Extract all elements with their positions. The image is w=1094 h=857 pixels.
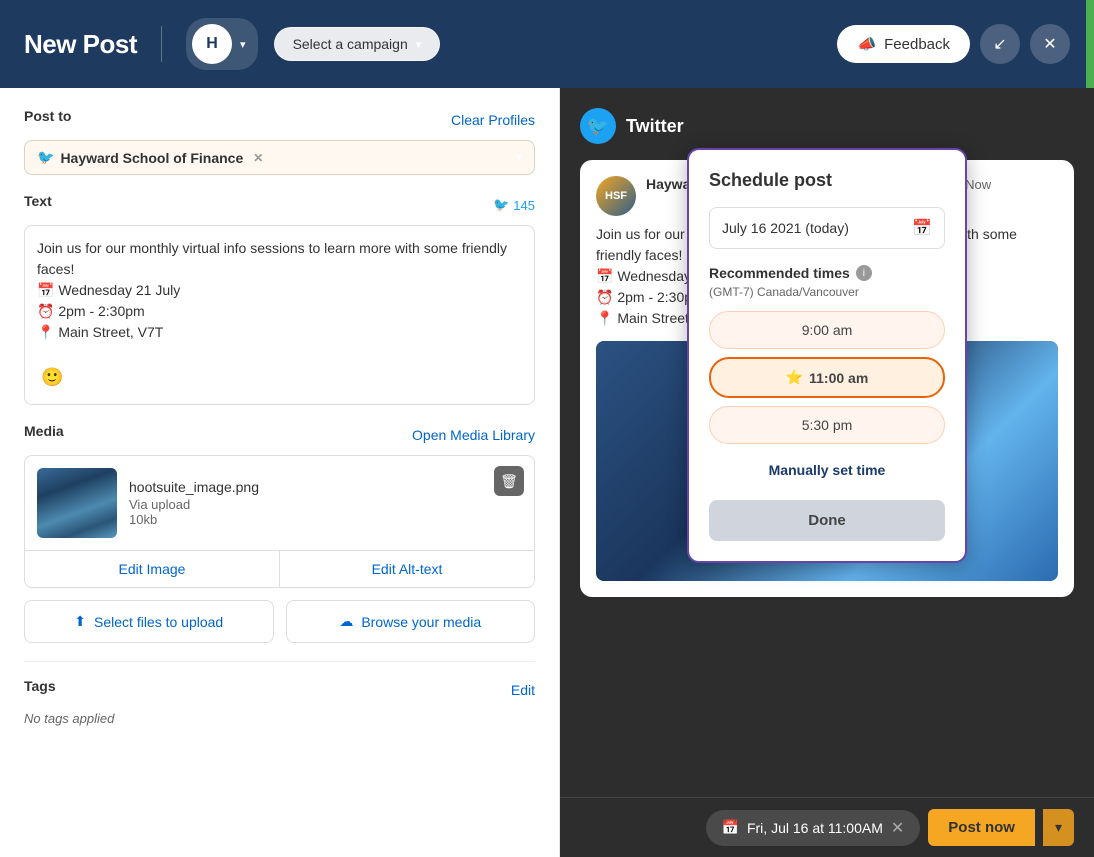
- media-filename: hootsuite_image.png: [129, 479, 522, 495]
- text-section-header: Text 🐦 145: [24, 193, 535, 217]
- time-option-9am[interactable]: 9:00 am: [709, 311, 945, 349]
- bottom-bar: 📅 Fri, Jul 16 at 11:00AM ✕ Post now ▾: [560, 797, 1094, 857]
- browse-media-label: Browse your media: [361, 614, 481, 630]
- tags-section-header: Tags Edit: [24, 678, 535, 702]
- twitter-icon-count: 🐦: [493, 197, 509, 213]
- chevron-down-icon: ▾: [416, 38, 422, 51]
- browse-media-button[interactable]: ☁ Browse your media: [286, 600, 536, 643]
- post-to-selector[interactable]: 🐦 Hayward School of Finance ✕ ▾: [24, 140, 535, 175]
- media-item: hootsuite_image.png Via upload 10kb 🗑: [25, 456, 534, 550]
- upload-icon: ⬆: [74, 613, 86, 630]
- time-option-11am[interactable]: ⭐ 11:00 am: [709, 357, 945, 398]
- green-accent-stripe: [1086, 0, 1094, 88]
- time-label-11am: 11:00 am: [809, 370, 868, 386]
- star-icon: ⭐: [786, 369, 803, 386]
- tags-label: Tags: [24, 678, 56, 694]
- chevron-down-icon: ▾: [1055, 819, 1062, 835]
- minimize-icon: ↙: [993, 34, 1006, 54]
- post-now-button[interactable]: Post now: [928, 809, 1035, 846]
- schedule-post-title: Schedule post: [709, 170, 945, 191]
- text-area-wrapper: Join us for our monthly virtual info ses…: [24, 225, 535, 405]
- chip-remove-icon[interactable]: ✕: [253, 151, 263, 165]
- campaign-label: Select a campaign: [293, 36, 408, 52]
- timezone-label: (GMT-7) Canada/Vancouver: [709, 285, 945, 299]
- feedback-button[interactable]: 📣 Feedback: [837, 25, 970, 63]
- edit-alt-text-button[interactable]: Edit Alt-text: [280, 551, 534, 587]
- feedback-icon: 📣: [857, 35, 876, 53]
- recommended-times-header: Recommended times i: [709, 265, 945, 281]
- schedule-pill: 📅 Fri, Jul 16 at 11:00AM ✕: [706, 810, 921, 846]
- header: New Post H ▾ Select a campaign ▾ 📣 Feedb…: [0, 0, 1094, 88]
- time-label-530pm: 5:30 pm: [802, 417, 853, 433]
- media-item-wrapper: hootsuite_image.png Via upload 10kb 🗑 Ed…: [24, 455, 535, 588]
- recommended-times-label: Recommended times: [709, 265, 850, 281]
- time-option-530pm[interactable]: 5:30 pm: [709, 406, 945, 444]
- post-to-label: Post to: [24, 108, 71, 124]
- post-text-input[interactable]: Join us for our monthly virtual info ses…: [37, 238, 522, 358]
- char-count: 🐦 145: [493, 197, 535, 213]
- page-title: New Post: [24, 29, 137, 60]
- calendar-icon: 📅: [912, 218, 932, 238]
- tags-section: Tags Edit No tags applied: [24, 661, 535, 728]
- post-now-chevron-button[interactable]: ▾: [1043, 809, 1074, 846]
- twitter-title: Twitter: [626, 116, 684, 137]
- campaign-select-button[interactable]: Select a campaign ▾: [274, 27, 441, 61]
- media-size: 10kb: [129, 512, 522, 527]
- text-label: Text: [24, 193, 52, 209]
- post-to-section-header: Post to Clear Profiles: [24, 108, 535, 132]
- media-label: Media: [24, 423, 64, 439]
- close-button[interactable]: ✕: [1030, 24, 1070, 64]
- account-switcher-button[interactable]: H ▾: [186, 18, 258, 70]
- twitter-icon: 🐦: [37, 149, 54, 166]
- select-files-button[interactable]: ⬆ Select files to upload: [24, 600, 274, 643]
- profile-chip: 🐦 Hayward School of Finance ✕: [37, 149, 263, 166]
- no-tags-text: No tags applied: [24, 711, 114, 726]
- done-button[interactable]: Done: [709, 500, 945, 541]
- profile-name: Hayward School of Finance: [60, 150, 243, 166]
- avatar: HSF: [596, 176, 636, 216]
- open-media-library-link[interactable]: Open Media Library: [412, 427, 535, 443]
- chevron-down-icon: ▾: [240, 38, 246, 51]
- chevron-down-icon: ▾: [516, 151, 522, 164]
- right-panel: 🐦 Twitter HSF Hayward School of Fina... …: [560, 88, 1094, 857]
- select-files-label: Select files to upload: [94, 614, 223, 630]
- twitter-logo-icon: 🐦: [580, 108, 616, 144]
- minimize-button[interactable]: ↙: [980, 24, 1020, 64]
- main-content: Post to Clear Profiles 🐦 Hayward School …: [0, 88, 1094, 857]
- close-icon: ✕: [1043, 34, 1056, 54]
- tags-edit-link[interactable]: Edit: [511, 682, 535, 698]
- clear-profiles-link[interactable]: Clear Profiles: [451, 112, 535, 128]
- media-delete-button[interactable]: 🗑: [494, 466, 524, 496]
- media-section: Media Open Media Library hootsuite_image…: [24, 423, 535, 643]
- date-value: July 16 2021 (today): [722, 220, 849, 236]
- date-input[interactable]: July 16 2021 (today) 📅: [709, 207, 945, 249]
- emoji-button[interactable]: 🙂: [37, 363, 67, 392]
- trash-icon: 🗑: [500, 473, 518, 490]
- text-section: Text 🐦 145 Join us for our monthly virtu…: [24, 193, 535, 405]
- left-panel: Post to Clear Profiles 🐦 Hayward School …: [0, 88, 560, 857]
- upload-section: ⬆ Select files to upload ☁ Browse your m…: [24, 600, 535, 643]
- time-label-9am: 9:00 am: [802, 322, 853, 338]
- media-section-header: Media Open Media Library: [24, 423, 535, 447]
- info-icon[interactable]: i: [856, 265, 872, 281]
- media-source: Via upload: [129, 497, 522, 512]
- feedback-label: Feedback: [884, 36, 950, 53]
- twitter-header: 🐦 Twitter: [580, 108, 1074, 144]
- header-actions: 📣 Feedback ↙ ✕: [837, 24, 1070, 64]
- media-thumbnail: [37, 468, 117, 538]
- schedule-pill-close-icon[interactable]: ✕: [891, 818, 904, 838]
- scheduled-time-label: Fri, Jul 16 at 11:00AM: [747, 820, 883, 836]
- char-count-value: 145: [513, 198, 535, 213]
- cloud-icon: ☁: [339, 613, 353, 630]
- manually-set-time-button[interactable]: Manually set time: [709, 452, 945, 488]
- hootsuite-badge: H: [192, 24, 232, 64]
- calendar-pill-icon: 📅: [722, 819, 739, 836]
- media-item-actions: Edit Image Edit Alt-text: [25, 550, 534, 587]
- header-divider: [161, 26, 162, 62]
- media-info: hootsuite_image.png Via upload 10kb: [129, 479, 522, 527]
- edit-image-button[interactable]: Edit Image: [25, 551, 280, 587]
- building-image: [37, 468, 117, 538]
- schedule-post-overlay: Schedule post July 16 2021 (today) 📅 Rec…: [687, 148, 967, 563]
